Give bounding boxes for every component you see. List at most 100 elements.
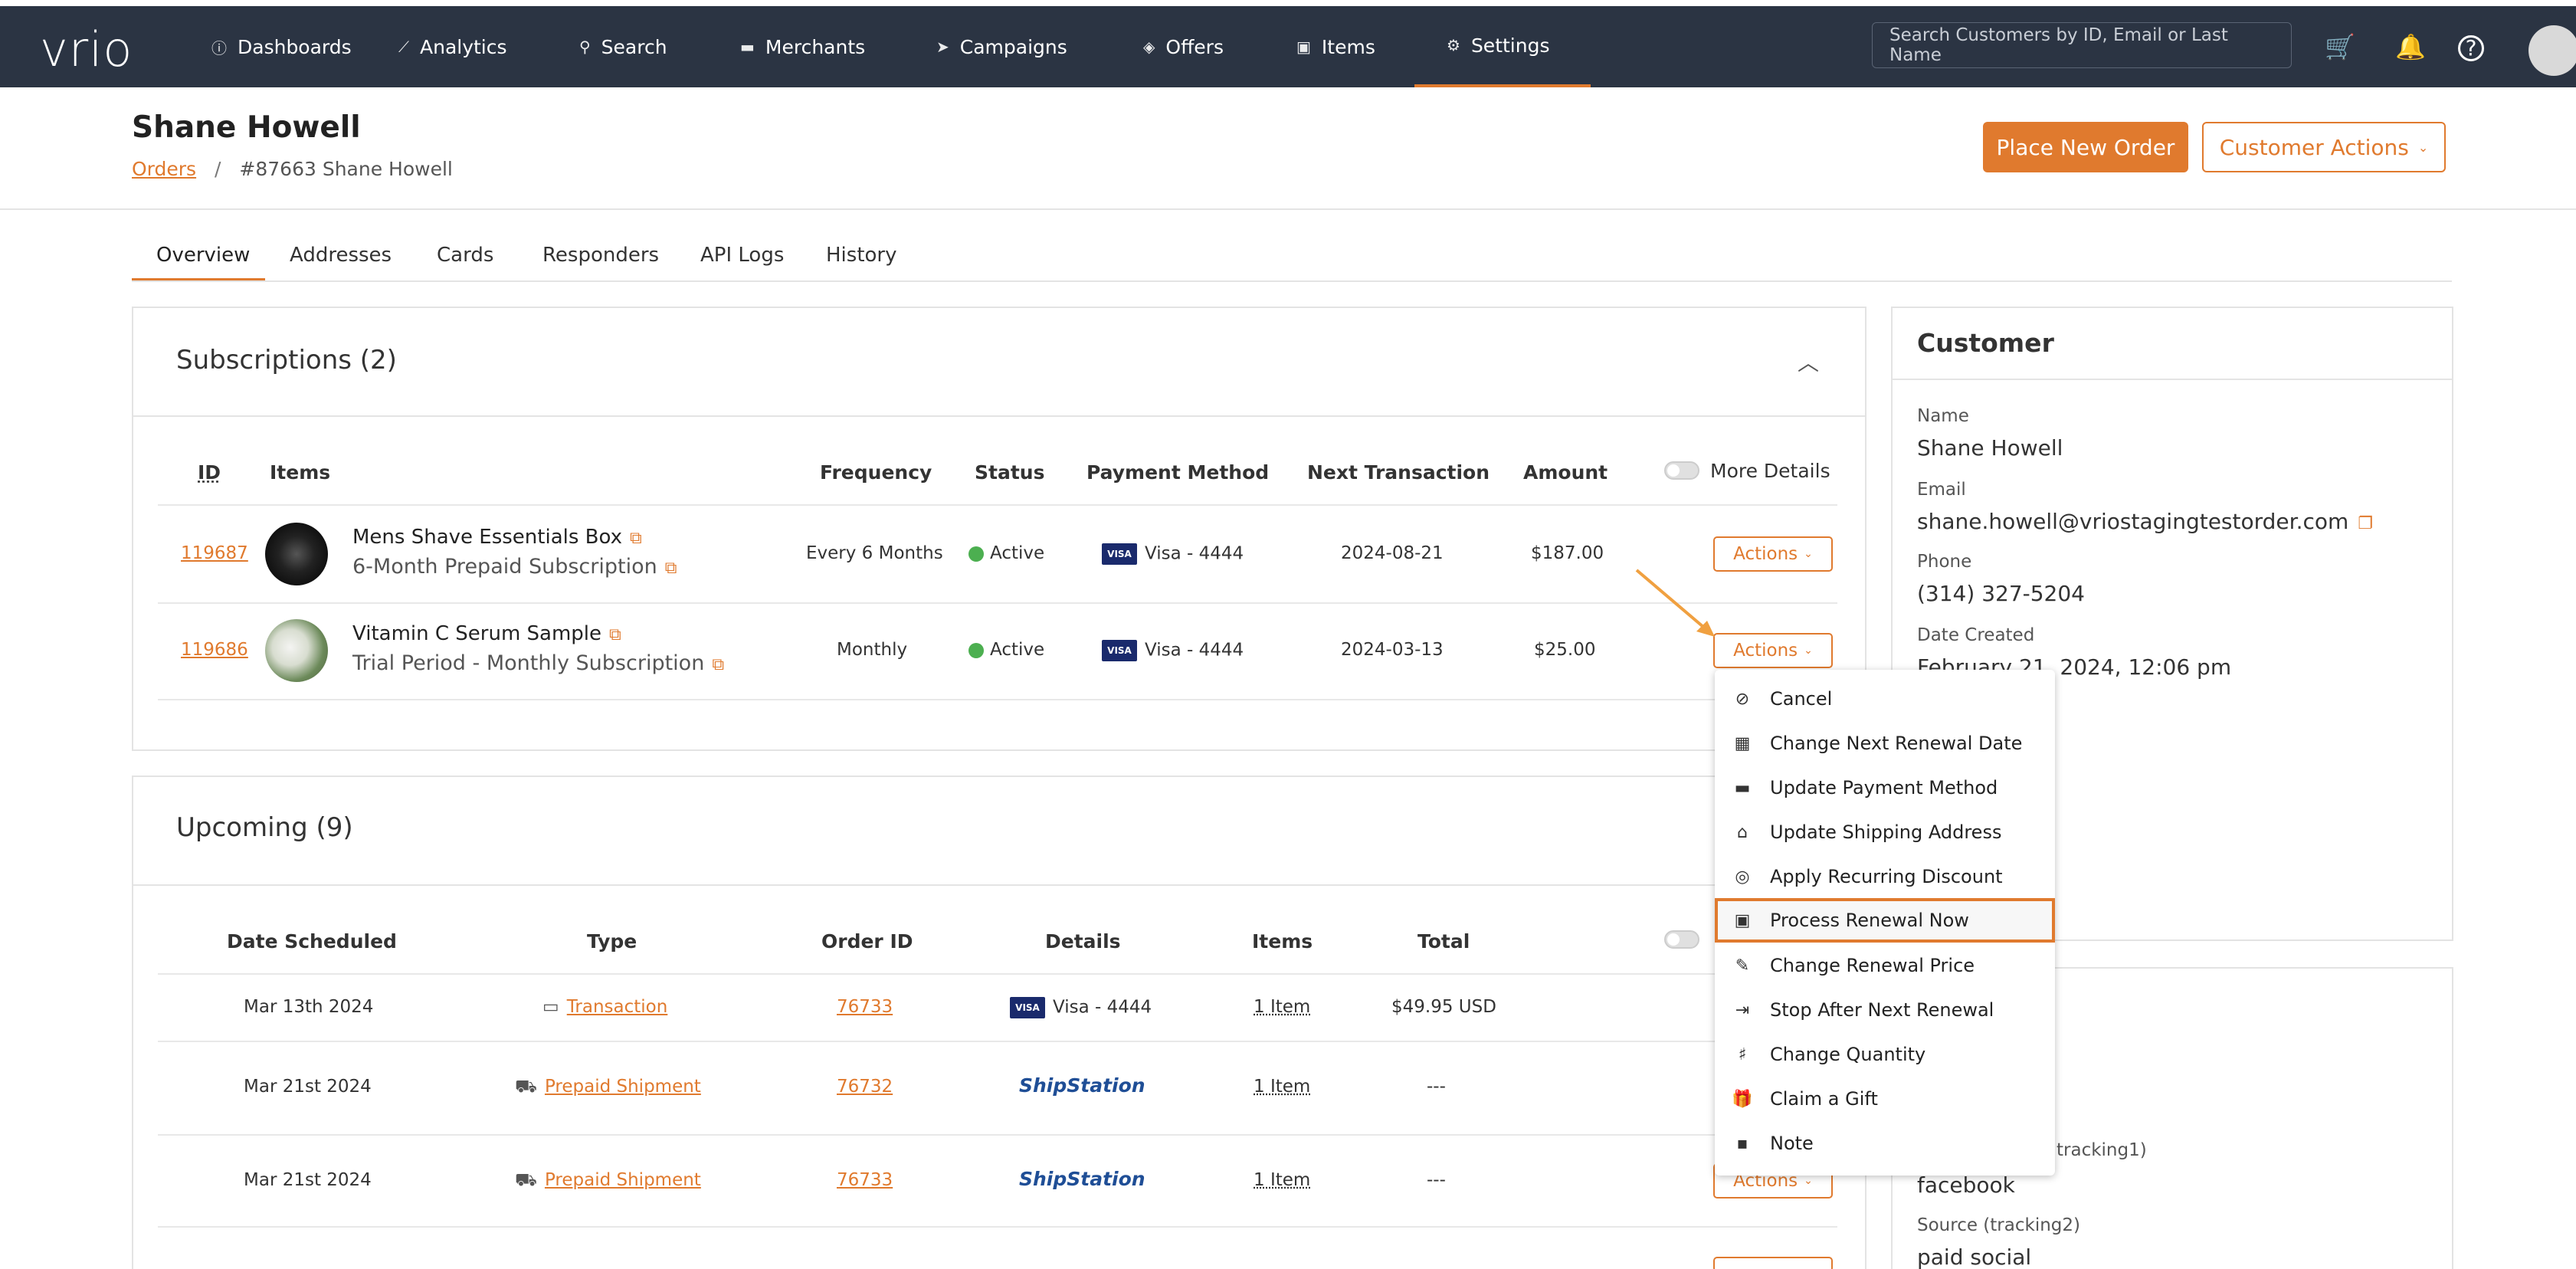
quantity-icon: ♯ bbox=[1738, 1044, 1747, 1064]
upcoming-more-details-toggle[interactable] bbox=[1664, 930, 1699, 949]
menu-item-cancel[interactable]: ⊘ Cancel bbox=[1715, 677, 2055, 720]
vrio-logo[interactable]: vrio bbox=[40, 21, 133, 77]
truck-icon: ⛟ bbox=[515, 1077, 537, 1097]
table-row-line bbox=[158, 1134, 1837, 1136]
external-link-icon[interactable]: ⧉ bbox=[712, 655, 724, 674]
subscriptions-title: Subscriptions (2) bbox=[176, 345, 397, 375]
nav-analytics[interactable]: ⟋ Analytics bbox=[398, 6, 507, 87]
campaign-arrow-icon: ➤ bbox=[936, 38, 949, 56]
copy-icon[interactable]: ❐ bbox=[2358, 514, 2373, 533]
cart-icon[interactable]: 🛒 bbox=[2325, 32, 2355, 61]
subscription-actions-dropdown: ⊘ Cancel ▦ Change Next Renewal Date ▬ Updat… bbox=[1715, 670, 2055, 1176]
upcoming-items-count[interactable]: 1 Item bbox=[1254, 997, 1310, 1017]
home-icon: ⌂ bbox=[1737, 822, 1748, 842]
page-title: Shane Howell bbox=[132, 110, 361, 145]
collapse-chevron-icon[interactable]: ︿ bbox=[1798, 346, 1819, 377]
table-row-line bbox=[158, 699, 1837, 700]
menu-item-note[interactable]: ▪ Note bbox=[1715, 1122, 2055, 1165]
external-link-icon[interactable]: ⧉ bbox=[630, 529, 642, 548]
offers-layers-icon: ◈ bbox=[1143, 38, 1155, 56]
menu-item-apply-recurring-discount[interactable]: ◎ Apply Recurring Discount bbox=[1715, 855, 2055, 898]
money-icon: ▣ bbox=[1734, 910, 1751, 930]
upcoming-type[interactable]: ▭ Transaction bbox=[542, 997, 667, 1017]
customer-name: Shane Howell bbox=[1917, 435, 2063, 461]
nav-offers[interactable]: ◈ Offers bbox=[1143, 6, 1224, 87]
order-id-link[interactable]: 76733 bbox=[837, 1170, 893, 1190]
subscription-id-link[interactable]: 119686 bbox=[181, 640, 248, 660]
nav-merchants[interactable]: ▬ Merchants bbox=[740, 6, 865, 87]
external-link-icon[interactable]: ⧉ bbox=[665, 559, 677, 578]
active-status-dot bbox=[968, 546, 984, 562]
customer-actions-button[interactable]: Customer Actions ⌄ bbox=[2202, 122, 2446, 172]
next-transaction-date: 2024-03-13 bbox=[1341, 640, 1444, 660]
tab-overview[interactable]: Overview bbox=[156, 244, 250, 267]
subscription-item-name[interactable]: Mens Shave Essentials Box ⧉ bbox=[352, 526, 642, 549]
settings-gears-icon: ⚙ bbox=[1447, 36, 1460, 54]
subscription-item-name[interactable]: Vitamin C Serum Sample ⧉ bbox=[352, 622, 621, 645]
calendar-icon: ▦ bbox=[1734, 733, 1751, 753]
col-payment-method: Payment Method bbox=[1086, 461, 1270, 484]
external-link-icon[interactable]: ⧉ bbox=[609, 625, 621, 644]
nav-campaigns[interactable]: ➤ Campaigns bbox=[936, 6, 1067, 87]
subscriptions-header-divider bbox=[133, 415, 1865, 417]
more-details-toggle[interactable] bbox=[1664, 461, 1699, 480]
nav-search[interactable]: ⚲ Search bbox=[579, 6, 667, 87]
upcoming-type[interactable]: ⛟ Prepaid Shipment bbox=[515, 1170, 701, 1192]
nav-items[interactable]: ▣ Items bbox=[1296, 6, 1375, 87]
tab-responders[interactable]: Responders bbox=[542, 244, 659, 267]
next-transaction-date: 2024-08-21 bbox=[1341, 543, 1444, 563]
product-thumbnail bbox=[265, 619, 328, 682]
order-id-link[interactable]: 76732 bbox=[837, 1077, 893, 1097]
breadcrumb-orders-link[interactable]: Orders bbox=[132, 158, 196, 180]
user-avatar[interactable] bbox=[2528, 25, 2576, 76]
col-frequency: Frequency bbox=[820, 461, 932, 484]
arrow-stop-icon: ⇥ bbox=[1735, 1000, 1750, 1020]
nav-dashboards[interactable]: ⓘ Dashboards bbox=[211, 6, 352, 87]
merchant-card-icon: ▬ bbox=[740, 38, 755, 56]
menu-item-update-shipping-address[interactable]: ⌂ Update Shipping Address bbox=[1715, 811, 2055, 854]
subscription-actions-button[interactable]: Actions ⌄ bbox=[1713, 633, 1833, 668]
upcoming-actions-button-partial[interactable] bbox=[1713, 1257, 1833, 1269]
subscription-item-plan[interactable]: Trial Period - Monthly Subscription ⧉ bbox=[352, 651, 724, 675]
tab-api-logs[interactable]: API Logs bbox=[700, 244, 784, 267]
menu-item-update-payment-method[interactable]: ▬ Update Payment Method bbox=[1715, 766, 2055, 809]
upcoming-type[interactable]: ⛟ Prepaid Shipment bbox=[515, 1077, 701, 1099]
tab-cards[interactable]: Cards bbox=[437, 244, 493, 267]
tab-history[interactable]: History bbox=[826, 244, 897, 267]
menu-item-change-next-renewal-date[interactable]: ▦ Change Next Renewal Date bbox=[1715, 722, 2055, 765]
col-items: Items bbox=[270, 461, 331, 484]
top-navbar: vrio ⓘ Dashboards ⟋ Analytics ⚲ Search ▬ Mer… bbox=[0, 6, 2576, 87]
menu-item-change-renewal-price[interactable]: ✎ Change Renewal Price bbox=[1715, 944, 2055, 987]
tab-addresses[interactable]: Addresses bbox=[290, 244, 392, 267]
order-id-link[interactable]: 76733 bbox=[837, 997, 893, 1017]
col-id: ID bbox=[198, 461, 221, 484]
help-icon[interactable]: ? bbox=[2458, 35, 2484, 61]
col-items: Items bbox=[1252, 930, 1313, 953]
col-status: Status bbox=[975, 461, 1045, 484]
payment-method: VISA Visa - 4444 bbox=[1102, 543, 1244, 565]
subscription-actions-button[interactable]: Actions ⌄ bbox=[1713, 536, 1833, 572]
annotation-arrow-icon bbox=[1635, 569, 1715, 637]
chevron-down-icon: ⌄ bbox=[1804, 1175, 1813, 1187]
customer-phone-label: Phone bbox=[1917, 552, 1972, 572]
subscription-id-link[interactable]: 119687 bbox=[181, 543, 248, 563]
upcoming-items-count[interactable]: 1 Item bbox=[1254, 1077, 1310, 1097]
upcoming-items-count[interactable]: 1 Item bbox=[1254, 1170, 1310, 1190]
nav-settings[interactable]: ⚙ Settings bbox=[1414, 6, 1591, 87]
col-details: Details bbox=[1045, 930, 1121, 953]
customer-search-input[interactable]: Search Customers by ID, Email or Last Na… bbox=[1872, 22, 2292, 68]
bell-icon[interactable]: 🔔 bbox=[2395, 32, 2426, 61]
menu-item-process-renewal-now[interactable]: ▣ Process Renewal Now bbox=[1715, 898, 2055, 943]
place-new-order-button[interactable]: Place New Order bbox=[1983, 122, 2188, 172]
menu-item-change-quantity[interactable]: ♯ Change Quantity bbox=[1715, 1033, 2055, 1076]
search-icon: ⚲ bbox=[579, 38, 591, 56]
truck-icon: ⛟ bbox=[515, 1170, 537, 1190]
date-created-label: Date Created bbox=[1917, 625, 2035, 645]
upcoming-title: Upcoming (9) bbox=[176, 812, 353, 843]
product-thumbnail bbox=[265, 523, 328, 585]
menu-item-claim-a-gift[interactable]: 🎁 Claim a Gift bbox=[1715, 1077, 2055, 1120]
col-date-scheduled: Date Scheduled bbox=[227, 930, 397, 953]
subscription-item-plan[interactable]: 6-Month Prepaid Subscription ⧉ bbox=[352, 555, 677, 579]
subscription-amount: $187.00 bbox=[1531, 543, 1604, 563]
menu-item-stop-after-next-renewal[interactable]: ⇥ Stop After Next Renewal bbox=[1715, 989, 2055, 1031]
